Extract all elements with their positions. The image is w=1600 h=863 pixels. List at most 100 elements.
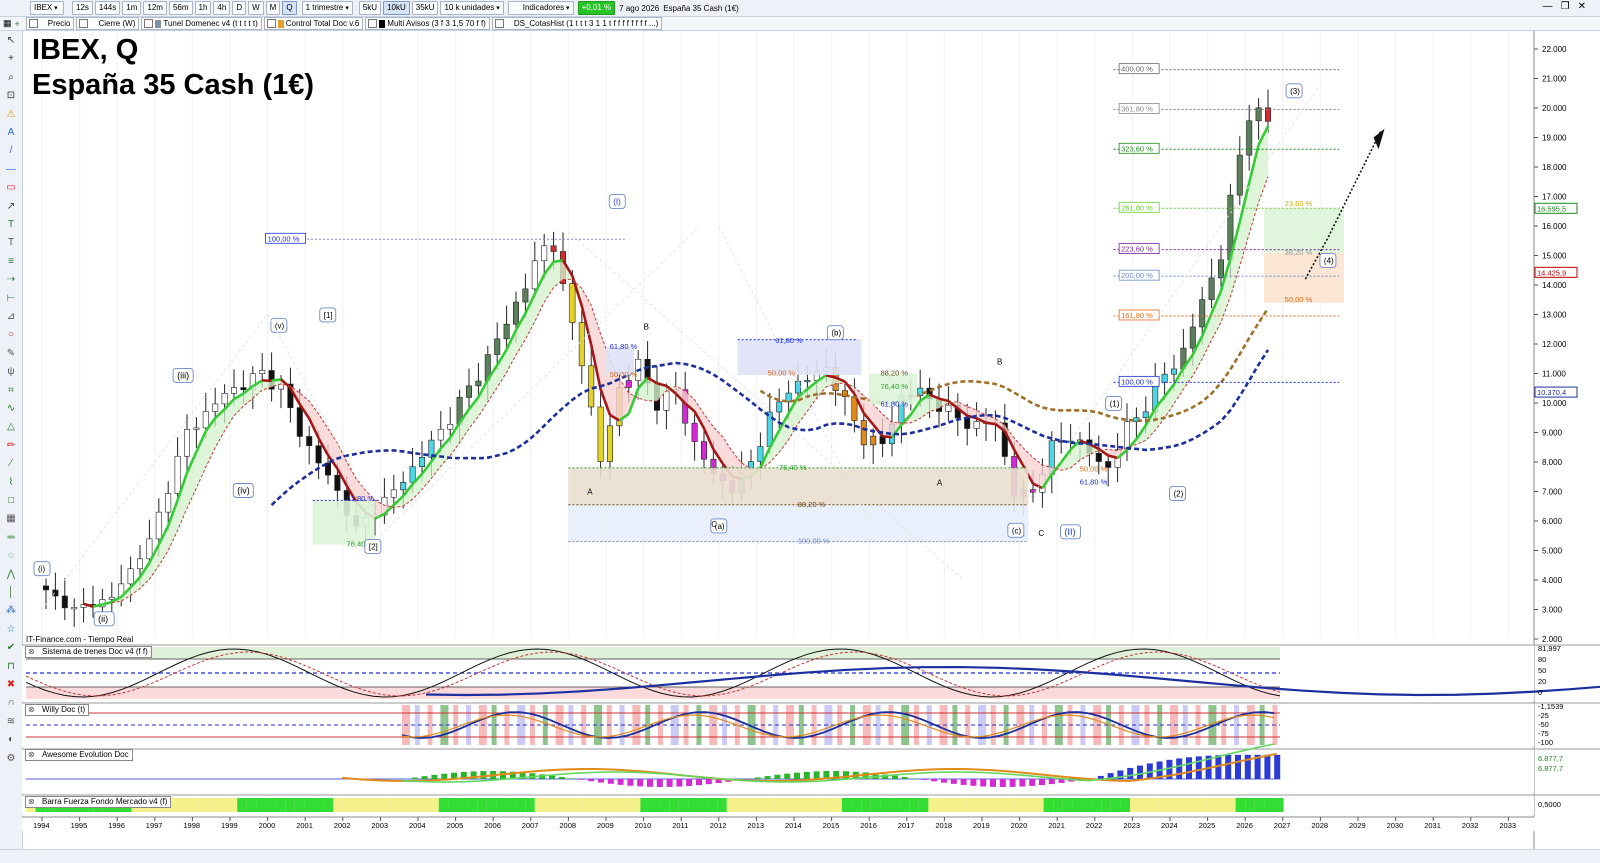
text-tool-icon[interactable]: T: [5, 219, 17, 231]
candle[interactable]: [532, 261, 537, 289]
indicator-toggle[interactable]: Multi Avisos (3 f 3 1,5 70 f f): [365, 17, 490, 30]
candle[interactable]: [448, 424, 453, 429]
timeframe-W[interactable]: W: [248, 1, 264, 15]
timeframe-M[interactable]: M: [266, 1, 281, 15]
settings-icon[interactable]: ⚙: [5, 753, 17, 765]
candle[interactable]: [504, 324, 509, 339]
period-select[interactable]: 1 trimestre: [302, 1, 353, 15]
candle[interactable]: [1162, 374, 1167, 382]
square-icon[interactable]: □: [5, 495, 17, 507]
candle[interactable]: [861, 421, 866, 445]
gears-icon[interactable]: ⁂: [5, 605, 17, 617]
restore-icon[interactable]: ❐: [1561, 1, 1578, 12]
candle[interactable]: [1209, 278, 1214, 300]
panel-settings-icon[interactable]: ⊗: [28, 647, 35, 657]
candle[interactable]: [495, 339, 500, 355]
candle[interactable]: [626, 381, 631, 388]
units-select[interactable]: 10 k unidades: [440, 1, 503, 15]
candle[interactable]: [542, 246, 547, 261]
check-icon[interactable]: ✔: [5, 642, 17, 654]
brush-icon[interactable]: ✎: [5, 348, 17, 360]
candle[interactable]: [805, 380, 810, 382]
candle[interactable]: [1237, 155, 1242, 195]
panel-settings-icon[interactable]: ⊗: [28, 705, 35, 715]
candle[interactable]: [664, 391, 669, 410]
panel-label-trenes[interactable]: ⊗Sistema de trenes Doc v4 (f f): [25, 646, 152, 658]
gann-icon[interactable]: ⌗: [5, 385, 17, 397]
candle[interactable]: [476, 381, 481, 386]
panel-menu-icon[interactable]: ▦: [3, 18, 12, 29]
indicator-toggle[interactable]: Control Total Doc v.6: [264, 17, 364, 30]
candle[interactable]: [607, 426, 612, 462]
candle[interactable]: [777, 402, 782, 412]
candle[interactable]: [62, 596, 67, 608]
fib-icon[interactable]: T: [5, 237, 17, 249]
candle[interactable]: [579, 323, 584, 366]
hline2-icon[interactable]: ═: [5, 532, 17, 544]
candle[interactable]: [419, 457, 424, 466]
candle[interactable]: [570, 284, 575, 323]
candle[interactable]: [260, 370, 265, 373]
candle[interactable]: [184, 429, 189, 456]
candle[interactable]: [410, 467, 415, 483]
star-icon[interactable]: ☆: [5, 624, 17, 636]
indicator-toggle[interactable]: Tunel Domenec v4 (t t t t t): [141, 17, 261, 30]
candle[interactable]: [128, 569, 133, 584]
candle[interactable]: [109, 597, 114, 599]
unit-35kU[interactable]: 35kU: [412, 1, 439, 15]
delete-icon[interactable]: ✖: [5, 679, 17, 691]
zoom-box-icon[interactable]: ⊡: [5, 90, 17, 102]
add-icon[interactable]: +: [15, 19, 20, 29]
candle[interactable]: [438, 429, 443, 440]
candle[interactable]: [965, 418, 970, 429]
minimize-icon[interactable]: —: [1543, 1, 1561, 12]
candle[interactable]: [551, 246, 556, 252]
candle[interactable]: [241, 388, 246, 390]
panel-label-barra[interactable]: ⊗Barra Fuerza Fondo Mercado v4 (f): [25, 796, 171, 808]
unit-5kU[interactable]: 5kU: [359, 1, 381, 15]
candle[interactable]: [1190, 327, 1195, 348]
unit-10kU[interactable]: 10kU: [383, 1, 410, 15]
cursor-icon[interactable]: ↖: [5, 35, 17, 47]
checkbox-icon[interactable]: [267, 19, 276, 28]
marker-icon[interactable]: ⁄: [5, 458, 17, 470]
triangle-icon[interactable]: △: [5, 421, 17, 433]
layers-icon[interactable]: ≋: [5, 716, 17, 728]
candle[interactable]: [466, 386, 471, 398]
hline-icon[interactable]: —: [5, 164, 17, 176]
candle[interactable]: [974, 422, 979, 429]
path-icon[interactable]: ⌇: [5, 477, 17, 489]
timeframe-1h[interactable]: 1h: [195, 1, 212, 15]
candle[interactable]: [795, 381, 800, 393]
candle[interactable]: [43, 586, 48, 590]
candle[interactable]: [1143, 412, 1148, 418]
candle[interactable]: [175, 456, 180, 493]
alert-icon[interactable]: ⚠: [5, 109, 17, 121]
checkbox-icon[interactable]: [29, 19, 38, 28]
panel-settings-icon[interactable]: ⊗: [28, 750, 35, 760]
candle[interactable]: [203, 411, 208, 427]
candle[interactable]: [692, 423, 697, 441]
candle[interactable]: [137, 559, 142, 569]
indicator-toggle[interactable]: Cierre (W): [76, 17, 139, 30]
candle[interactable]: [147, 539, 152, 559]
ruler-icon[interactable]: ⊿: [5, 311, 17, 323]
candle[interactable]: [213, 404, 218, 412]
elliott-icon[interactable]: ⋀: [5, 569, 17, 581]
candle[interactable]: [1247, 121, 1252, 155]
wave-icon[interactable]: ∿: [5, 403, 17, 415]
rectangle-icon[interactable]: ▭: [5, 182, 17, 194]
candle[interactable]: [316, 446, 321, 463]
candle[interactable]: [758, 447, 763, 462]
close-icon[interactable]: ✕: [1578, 1, 1594, 12]
panel-label-awesome[interactable]: ⊗Awesome Evolution Doc: [25, 749, 133, 761]
pencil-icon[interactable]: ✏: [5, 440, 17, 452]
checkbox-icon[interactable]: [495, 19, 504, 28]
timeframe-144s[interactable]: 144s: [95, 1, 120, 15]
candle[interactable]: [523, 289, 528, 302]
timeframe-Q[interactable]: Q: [282, 1, 296, 15]
measure-icon[interactable]: ⊢: [5, 293, 17, 305]
timeframe-1m[interactable]: 1m: [122, 1, 141, 15]
text-icon[interactable]: A: [5, 127, 17, 139]
line-icon[interactable]: /: [5, 145, 17, 157]
